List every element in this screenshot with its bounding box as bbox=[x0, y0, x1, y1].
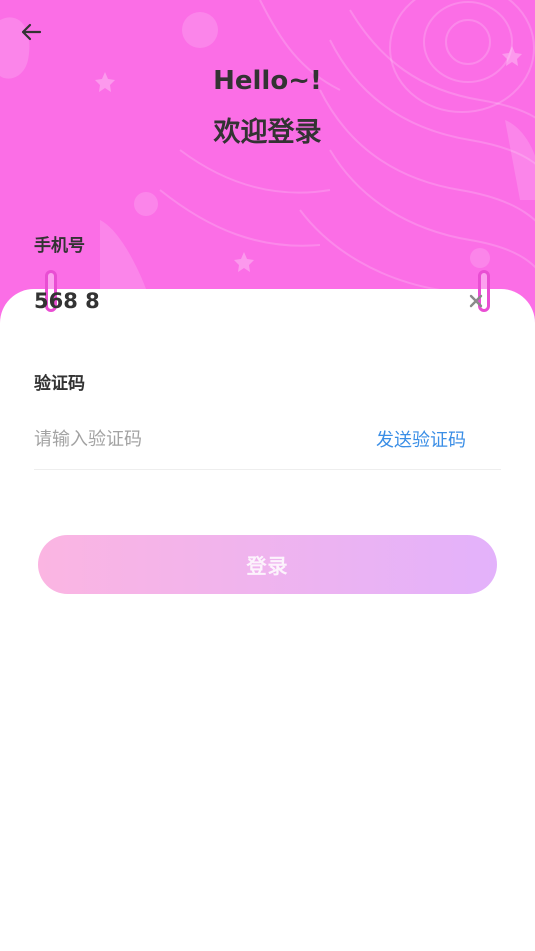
header-background bbox=[0, 0, 535, 330]
login-screen: Hello~! 欢迎登录 手机号 验证码 发送验证码 登录 bbox=[0, 0, 535, 951]
welcome-title: 欢迎登录 bbox=[213, 117, 322, 148]
close-icon bbox=[469, 294, 483, 308]
arrow-left-icon bbox=[21, 23, 42, 41]
login-button[interactable]: 登录 bbox=[38, 535, 497, 594]
verification-code-input[interactable] bbox=[34, 422, 354, 456]
send-code-button[interactable]: 发送验证码 bbox=[376, 426, 466, 452]
clear-phone-button[interactable] bbox=[463, 288, 489, 314]
phone-input[interactable] bbox=[34, 284, 454, 318]
back-button[interactable] bbox=[14, 16, 48, 48]
greeting-title: Hello~! bbox=[213, 66, 322, 96]
login-button-label: 登录 bbox=[246, 554, 289, 578]
phone-label: 手机号 bbox=[34, 236, 85, 256]
topographic-pattern bbox=[0, 0, 535, 300]
code-divider bbox=[34, 469, 501, 470]
code-label: 验证码 bbox=[34, 374, 85, 394]
